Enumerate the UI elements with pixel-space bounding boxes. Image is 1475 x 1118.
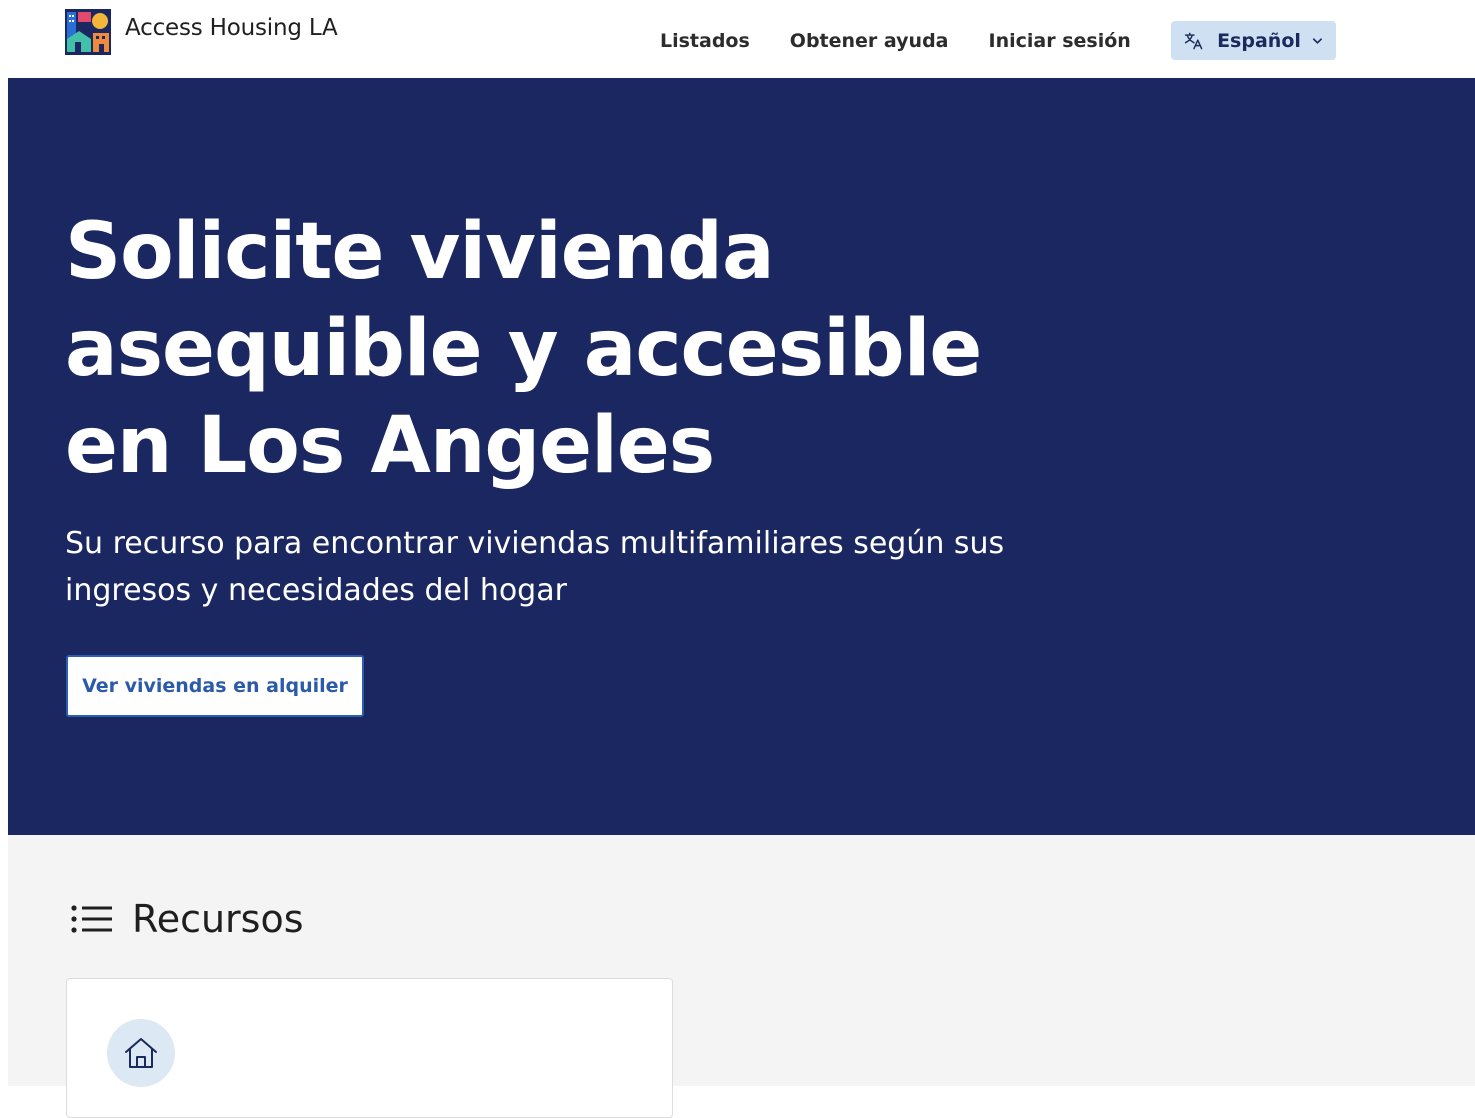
hero-title: Solicite vivienda asequible y accesible … [65,207,982,491]
view-rentals-button[interactable]: Ver viviendas en alquiler [66,655,364,717]
home-icon [125,1038,157,1068]
nav-link-get-help[interactable]: Obtener ayuda [790,30,949,52]
resource-card[interactable] [66,978,673,1118]
list-icon [71,905,112,933]
language-selector-button[interactable]: Español [1170,21,1336,60]
hero-subtitle: Su recurso para encontrar viviendas mult… [65,526,1005,608]
brand-logo-icon [65,9,111,55]
brand-home-link[interactable]: Access Housing LA [65,8,338,56]
chevron-down-icon [1312,37,1322,44]
site-header: Access Housing LA Listados Obtener ayuda… [0,0,1475,78]
nav-link-listings[interactable]: Listados [660,30,750,52]
resources-heading: Recursos [70,897,304,941]
resources-title: Recursos [132,897,304,941]
main-nav: Listados Obtener ayuda Iniciar sesión Es… [660,21,1336,60]
hero-section: Solicite vivienda asequible y accesible … [8,78,1475,835]
language-label: Español [1217,29,1301,52]
brand-name: Access Housing LA [125,15,338,41]
resource-card-icon-badge [107,1019,175,1087]
resources-section: Recursos [8,835,1475,1118]
nav-link-sign-in[interactable]: Iniciar sesión [989,30,1131,52]
translate-icon [1184,32,1203,49]
